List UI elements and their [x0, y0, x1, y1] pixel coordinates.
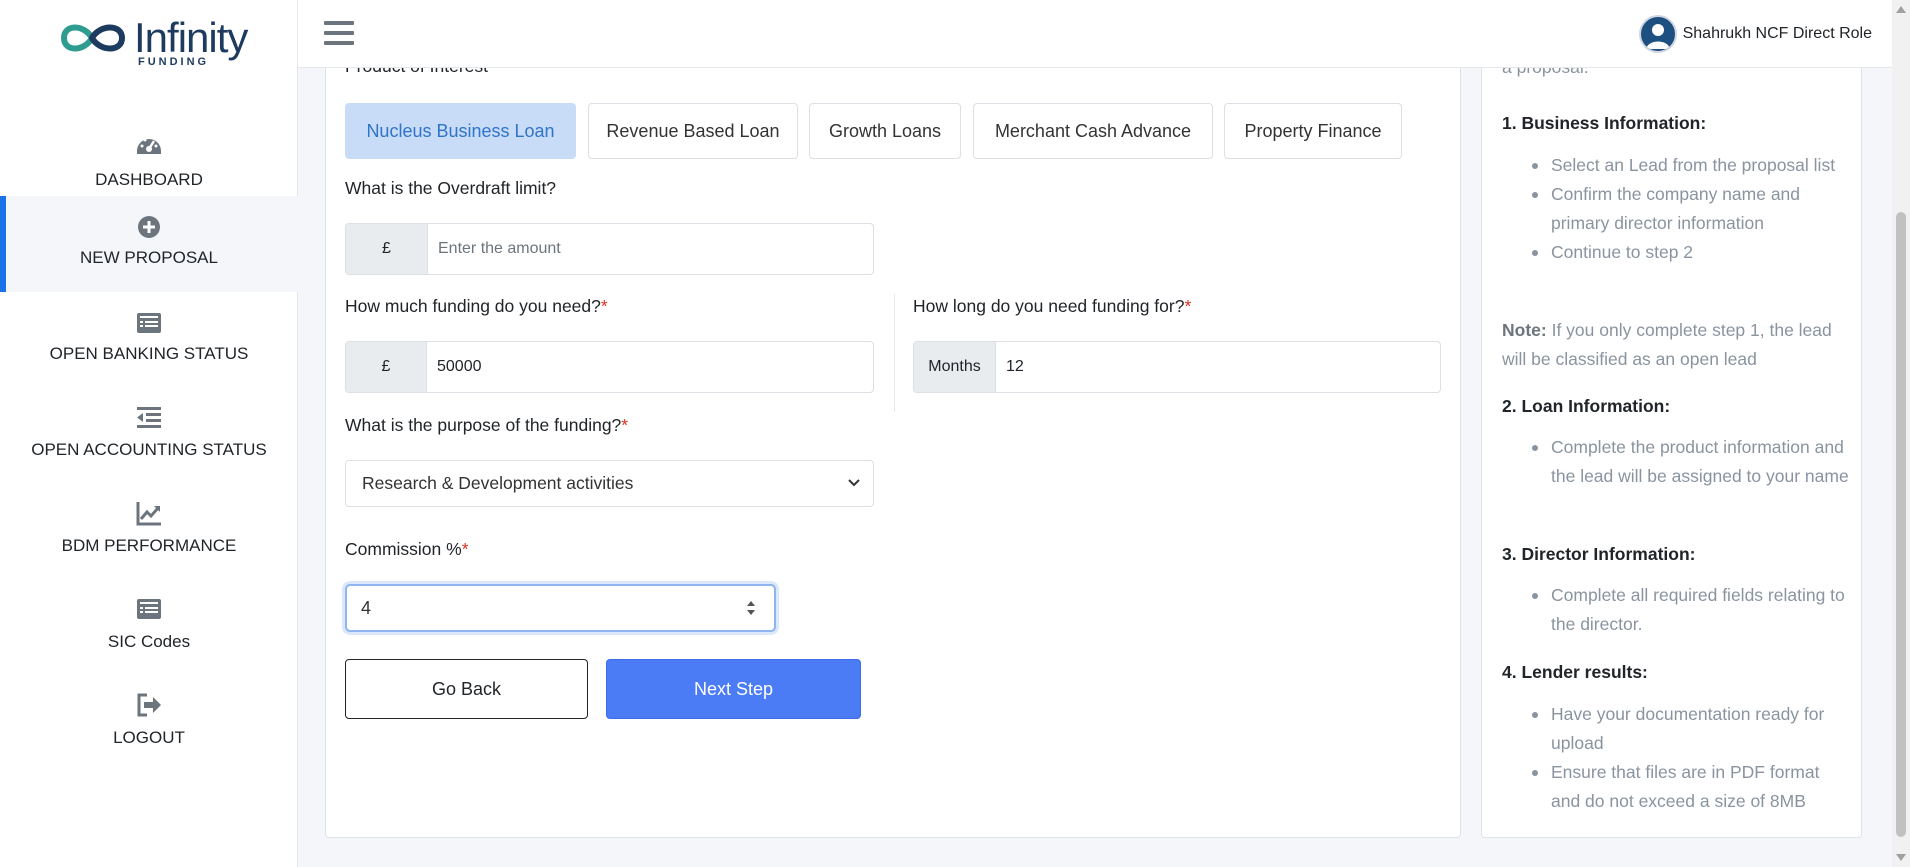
sidebar-item-label: DASHBOARD — [95, 170, 203, 189]
menu-toggle-icon[interactable] — [324, 21, 354, 47]
note-label: Note: — [1502, 320, 1547, 340]
tab-property-finance[interactable]: Property Finance — [1224, 103, 1402, 159]
tab-growth-loans[interactable]: Growth Loans — [809, 103, 961, 159]
indent-list-icon — [137, 407, 161, 428]
help-section-title: 1. Business Information: — [1502, 113, 1707, 133]
sidebar-item-label: OPEN ACCOUNTING STATUS — [31, 440, 267, 459]
sidebar-item-label: BDM PERFORMANCE — [61, 536, 237, 555]
user-avatar-icon — [1645, 24, 1670, 49]
overdraft-amount-input[interactable]: Enter the amount — [428, 224, 873, 274]
help-note: Note: If you only complete step 1, the l… — [1502, 316, 1852, 374]
overdraft-limit-label: What is the Overdraft limit? — [345, 178, 557, 198]
help-list-item: Complete the product information and the… — [1526, 433, 1851, 491]
help-list: Complete all required fields relating to… — [1526, 581, 1851, 639]
sidebar: Infinity FUNDING DASHBOARD NEW PROPOSAL … — [0, 0, 298, 867]
note-text: If you only complete step 1, the lead wi… — [1502, 320, 1832, 369]
sidebar-item-open-accounting-status[interactable]: OPEN ACCOUNTING STATUS — [0, 388, 298, 484]
required-marker: * — [621, 415, 629, 435]
currency-prefix: £ — [346, 342, 427, 392]
funding-duration-label: How long do you need funding for?* — [913, 296, 1191, 317]
months-prefix: Months — [914, 342, 996, 392]
sidebar-item-label: LOGOUT — [113, 728, 185, 747]
help-section-title: 4. Lender results: — [1502, 662, 1648, 682]
help-list-item: Have your documentation ready for upload — [1526, 700, 1851, 758]
help-list-item: Confirm the company name and primary dir… — [1526, 180, 1851, 238]
commission-label: Commission %* — [345, 539, 469, 560]
currency-prefix: £ — [346, 224, 428, 274]
sidebar-item-sic-codes[interactable]: SIC Codes — [0, 580, 298, 676]
overdraft-input-group: £ Enter the amount — [345, 223, 874, 275]
tab-merchant-cash-advance[interactable]: Merchant Cash Advance — [973, 103, 1213, 159]
plus-circle-icon — [138, 216, 160, 238]
sidebar-item-label: NEW PROPOSAL — [80, 248, 218, 267]
next-step-button[interactable]: Next Step — [606, 659, 861, 719]
sidebar-item-new-proposal[interactable]: NEW PROPOSAL — [0, 196, 298, 292]
tab-nucleus-business-loan[interactable]: Nucleus Business Loan — [345, 103, 576, 159]
scrollbar-thumb[interactable] — [1896, 212, 1906, 837]
column-divider — [894, 294, 895, 412]
tab-label: Merchant Cash Advance — [994, 120, 1192, 141]
funding-amount-input[interactable]: 50000 — [427, 342, 873, 392]
logout-icon — [137, 693, 161, 717]
dashboard-icon — [137, 138, 161, 154]
help-list: Select an Lead from the proposal list Co… — [1526, 151, 1851, 267]
tab-label: Property Finance — [1244, 120, 1382, 141]
chevron-down-icon — [848, 479, 860, 487]
sidebar-item-logout[interactable]: LOGOUT — [0, 676, 298, 772]
sidebar-item-dashboard[interactable]: DASHBOARD — [0, 112, 298, 208]
funding-purpose-label-text: What is the purpose of the funding? — [345, 415, 622, 435]
infinity-logo-icon — [60, 24, 126, 52]
help-list: Complete the product information and the… — [1526, 433, 1851, 491]
help-list-item: Complete all required fields relating to… — [1526, 581, 1851, 639]
funding-duration-input[interactable]: 12 — [996, 342, 1440, 392]
help-list: Have your documentation ready for upload… — [1526, 700, 1851, 816]
funding-amount-label: How much funding do you need?* — [345, 296, 608, 317]
number-spinner-icon[interactable] — [746, 598, 756, 618]
tab-label: Growth Loans — [828, 120, 942, 141]
avatar — [1638, 15, 1677, 53]
funding-purpose-value: Research & Development activities — [362, 473, 634, 493]
funding-amount-input-group: £ 50000 — [345, 341, 874, 393]
infinity-funding-logo[interactable]: Infinity FUNDING — [58, 14, 248, 70]
commission-value: 4 — [361, 597, 372, 618]
required-marker: * — [1184, 296, 1192, 316]
sidebar-item-label: OPEN BANKING STATUS — [49, 344, 249, 363]
help-list-item: Ensure that files are in PDF format and … — [1526, 758, 1851, 816]
chart-line-icon — [136, 502, 161, 526]
list-card-icon — [137, 599, 161, 619]
proposal-form-card — [325, 50, 1461, 838]
sidebar-item-bdm-performance[interactable]: BDM PERFORMANCE — [0, 484, 298, 580]
page-scrollbar[interactable] — [1892, 0, 1910, 867]
user-menu[interactable]: Shahrukh NCF Direct Role — [1638, 14, 1872, 54]
list-card-icon — [137, 313, 161, 333]
funding-purpose-select[interactable]: Research & Development activities — [345, 460, 874, 507]
help-section-title: 2. Loan Information: — [1502, 396, 1671, 416]
go-back-button[interactable]: Go Back — [345, 659, 588, 719]
tab-label: Revenue Based Loan — [606, 120, 780, 141]
help-list-item: Select an Lead from the proposal list — [1526, 151, 1851, 180]
funding-duration-input-group: Months 12 — [913, 341, 1441, 393]
user-name: Shahrukh NCF Direct Role — [1682, 25, 1872, 42]
help-section-title: 3. Director Information: — [1502, 544, 1696, 564]
funding-amount-label-text: How much funding do you need? — [345, 296, 601, 316]
funding-purpose-label: What is the purpose of the funding?* — [345, 415, 628, 436]
top-bar: Shahrukh NCF Direct Role — [298, 0, 1892, 68]
required-marker: * — [461, 539, 469, 559]
sidebar-item-label: SIC Codes — [107, 632, 191, 651]
brand-name: Infinity — [134, 14, 248, 61]
tab-label: Nucleus Business Loan — [366, 120, 555, 141]
commission-label-text: Commission % — [345, 539, 462, 559]
required-marker: * — [600, 296, 608, 316]
tab-revenue-based-loan[interactable]: Revenue Based Loan — [588, 103, 798, 159]
sidebar-item-open-banking-status[interactable]: OPEN BANKING STATUS — [0, 292, 298, 388]
help-list-item: Continue to step 2 — [1526, 238, 1851, 267]
scroll-up-icon[interactable] — [1896, 6, 1906, 13]
commission-input[interactable]: 4 — [345, 584, 776, 632]
scroll-down-icon[interactable] — [1896, 854, 1906, 861]
brand-subtitle: FUNDING — [138, 56, 210, 68]
funding-duration-label-text: How long do you need funding for? — [913, 296, 1185, 316]
